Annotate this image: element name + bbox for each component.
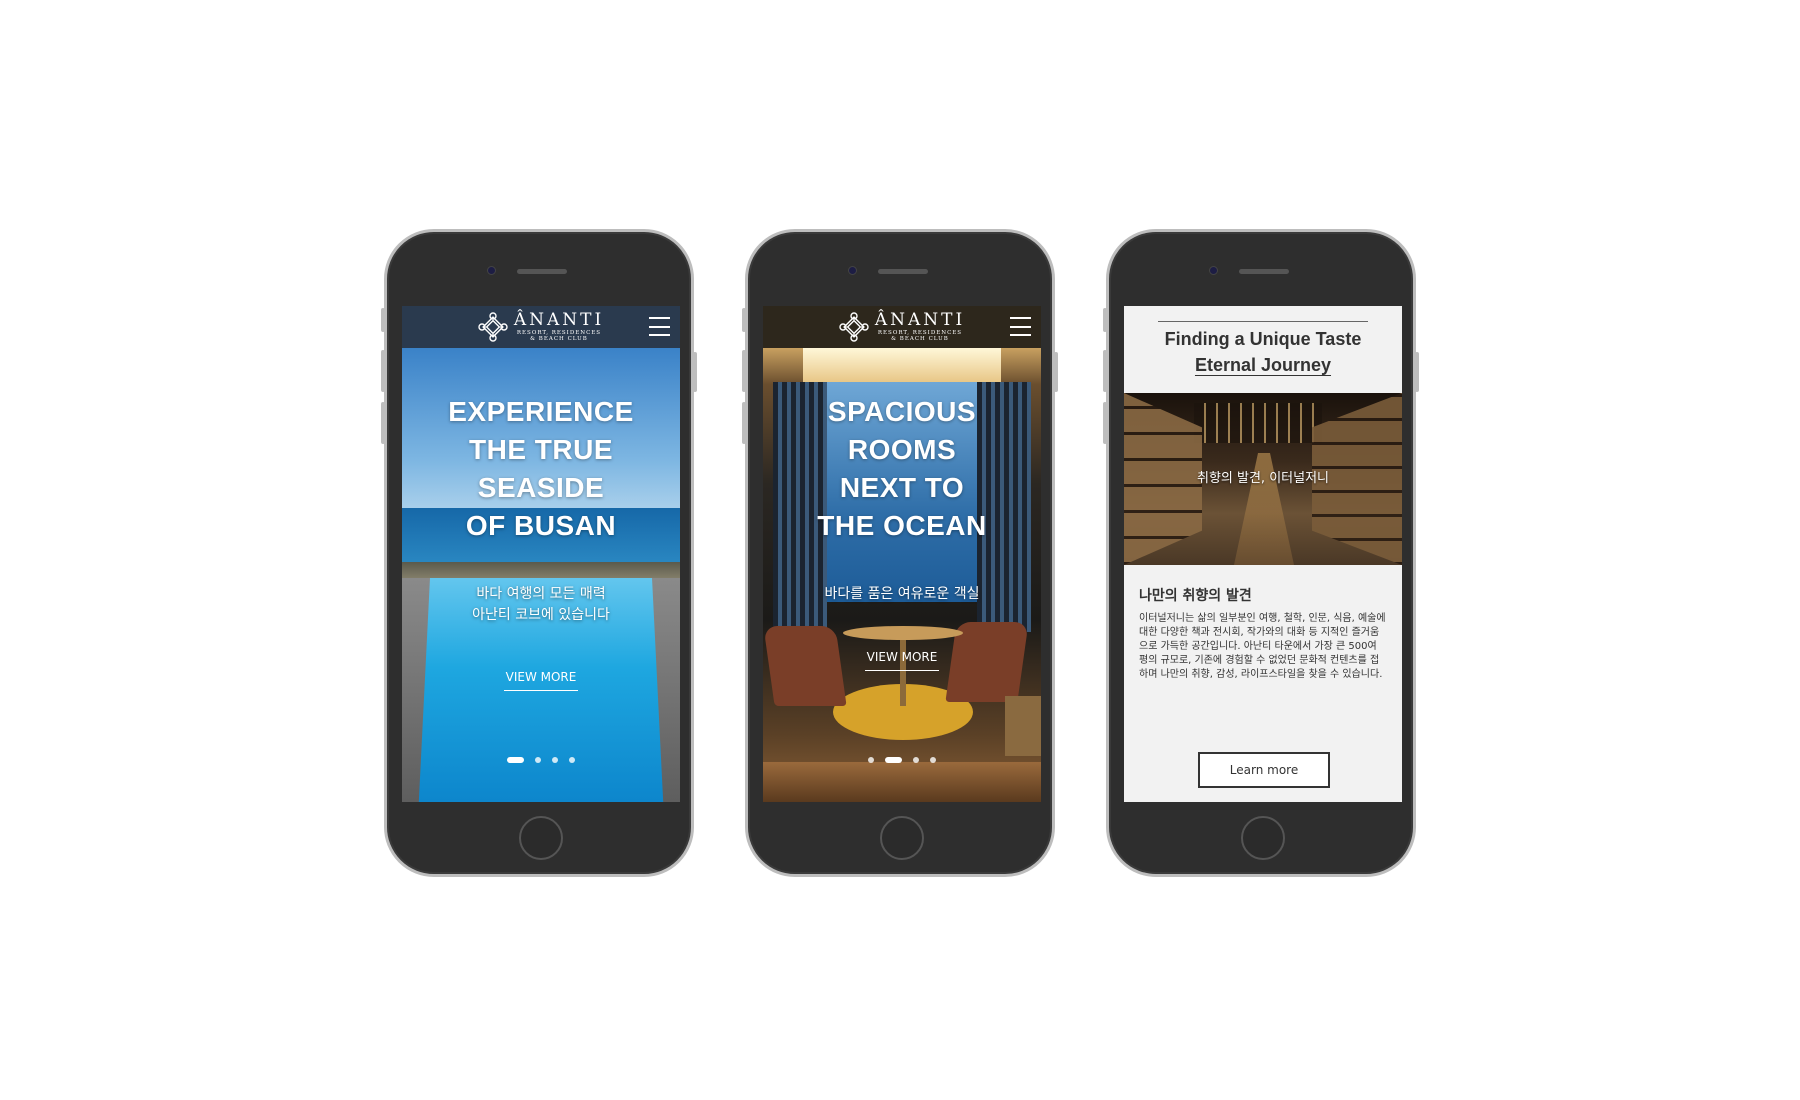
carousel-dot[interactable] (569, 757, 575, 763)
view-more-link[interactable]: VIEW MORE (504, 670, 578, 691)
phone-mockup-2: ÂNANTI RESORT, RESIDENCES & BEACH CLUB S… (742, 229, 1058, 877)
image-caption: 취향의 발견, 이터널저니 (1197, 471, 1329, 486)
content-heading: 나만의 취향의 발견 (1139, 588, 1252, 604)
title-divider (1158, 321, 1368, 322)
speaker-grille (878, 269, 928, 274)
hero-subtitle-line: 아난티 코브에 있습니다 (472, 607, 610, 623)
hero-subtitle: 바다를 품은 여유로운 객실 (763, 584, 1041, 605)
screen-home-hero: ÂNANTI RESORT, RESIDENCES & BEACH CLUB E… (402, 306, 680, 802)
hero-title-line: THE OCEAN (817, 510, 987, 541)
home-button[interactable] (880, 816, 924, 860)
speaker-grille (517, 269, 567, 274)
hero-title-line: ROOMS (847, 434, 957, 465)
carousel-dot[interactable] (885, 757, 902, 763)
carousel-dot[interactable] (868, 757, 874, 763)
carousel-dot[interactable] (507, 757, 524, 763)
home-button[interactable] (1241, 816, 1285, 860)
screen-eternal-journey: Finding a Unique Taste Eternal Journey 취… (1124, 306, 1402, 802)
endless-knot-icon (478, 312, 508, 342)
hero-title: SPACIOUS ROOMS NEXT TO THE OCEAN (763, 393, 1041, 545)
library-image[interactable]: 취향의 발견, 이터널저니 (1124, 393, 1402, 565)
carousel-dot[interactable] (535, 757, 541, 763)
section-title-line-2: Eternal Journey (1194, 355, 1332, 375)
carousel-dot[interactable] (552, 757, 558, 763)
screen-rooms-hero: ÂNANTI RESORT, RESIDENCES & BEACH CLUB S… (763, 306, 1041, 802)
hero-title-line: EXPERIENCE (448, 396, 634, 427)
hero-subtitle: 바다 여행의 모든 매력 아난티 코브에 있습니다 (402, 584, 680, 626)
home-button[interactable] (519, 816, 563, 860)
hero-title-line: NEXT TO (839, 472, 965, 503)
view-more-link[interactable]: VIEW MORE (865, 650, 939, 671)
speaker-grille (1239, 269, 1289, 274)
hero-subtitle-line: 바다를 품은 여유로운 객실 (824, 586, 980, 602)
phone-mockup-3: Finding a Unique Taste Eternal Journey 취… (1103, 229, 1419, 877)
phone-mockup-1: ÂNANTI RESORT, RESIDENCES & BEACH CLUB E… (381, 229, 697, 877)
carousel-pagination (763, 757, 1041, 763)
hero-title-line: SPACIOUS (827, 396, 977, 427)
carousel-dot[interactable] (913, 757, 919, 763)
ananti-logo[interactable]: ÂNANTI RESORT, RESIDENCES & BEACH CLUB (839, 309, 966, 343)
brand-name: ÂNANTI (513, 309, 605, 330)
hamburger-menu-icon[interactable] (649, 317, 670, 336)
brand-subtitle-2: & BEACH CLUB (530, 336, 588, 342)
front-camera-icon (487, 266, 496, 275)
hero-title: EXPERIENCE THE TRUE SEASIDE OF BUSAN (402, 393, 680, 545)
learn-more-button[interactable]: Learn more (1198, 752, 1330, 788)
hero-subtitle-line: 바다 여행의 모든 매력 (476, 586, 606, 602)
hero-title-line: OF BUSAN (465, 510, 617, 541)
carousel-pagination (402, 757, 680, 763)
front-camera-icon (848, 266, 857, 275)
section-title-line-1: Finding a Unique Taste (1164, 329, 1362, 349)
site-header: ÂNANTI RESORT, RESIDENCES & BEACH CLUB (763, 306, 1041, 348)
brand-subtitle-2: & BEACH CLUB (891, 336, 949, 342)
ananti-logo[interactable]: ÂNANTI RESORT, RESIDENCES & BEACH CLUB (478, 309, 605, 343)
content-body: 이터널저니는 삶의 일부분인 여행, 철학, 인문, 식음, 예술에 대한 다양… (1139, 613, 1386, 680)
section-title: Finding a Unique Taste Eternal Journey (1124, 326, 1402, 378)
endless-knot-icon (839, 312, 869, 342)
hamburger-menu-icon[interactable] (1010, 317, 1031, 336)
hero-title-line: SEASIDE (477, 472, 605, 503)
carousel-dot[interactable] (930, 757, 936, 763)
site-header: ÂNANTI RESORT, RESIDENCES & BEACH CLUB (402, 306, 680, 348)
brand-name: ÂNANTI (874, 309, 966, 330)
hero-title-line: THE TRUE (469, 434, 613, 465)
front-camera-icon (1209, 266, 1218, 275)
